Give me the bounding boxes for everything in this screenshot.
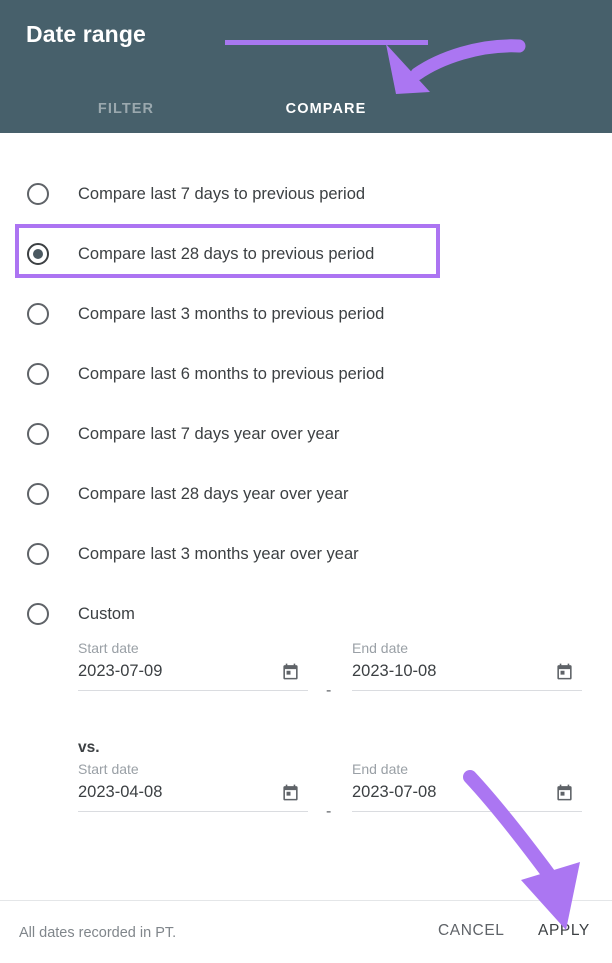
option-label: Compare last 28 days year over year xyxy=(78,484,349,503)
calendar-icon[interactable] xyxy=(281,662,300,681)
field-label: Start date xyxy=(78,761,139,777)
start-date-comparison-input[interactable]: 2023-04-08 xyxy=(78,783,162,802)
radio-last-3-months-yoy[interactable] xyxy=(27,543,49,565)
field-underline xyxy=(352,690,582,691)
option-row-custom[interactable]: Custom xyxy=(0,584,612,644)
end-date-comparison-input[interactable]: 2023-07-08 xyxy=(352,783,436,802)
option-label: Compare last 7 days year over year xyxy=(78,424,340,443)
start-date-primary-input[interactable]: 2023-07-09 xyxy=(78,662,162,681)
page-title: Date range xyxy=(26,21,146,47)
footer-divider xyxy=(0,900,612,901)
cancel-button[interactable]: CANCEL xyxy=(438,922,504,940)
radio-last-6-months-previous[interactable] xyxy=(27,363,49,385)
tab-bar: FILTER COMPARE xyxy=(0,86,612,133)
field-label: End date xyxy=(352,761,409,777)
option-row-last-3-months-previous[interactable]: Compare last 3 months to previous period xyxy=(0,284,612,344)
option-row-last-6-months-previous[interactable]: Compare last 6 months to previous period xyxy=(0,344,612,404)
option-label: Compare last 6 months to previous period xyxy=(78,364,385,383)
radio-last-3-months-previous[interactable] xyxy=(27,303,49,325)
option-row-last-7-days-yoy[interactable]: Compare last 7 days year over year xyxy=(0,404,612,464)
end-date-primary-input[interactable]: 2023-10-08 xyxy=(352,662,436,681)
field-underline xyxy=(352,811,582,812)
radio-last-28-days-yoy[interactable] xyxy=(27,483,49,505)
option-label: Custom xyxy=(78,604,135,623)
option-row-last-28-days-previous[interactable]: Compare last 28 days to previous period xyxy=(0,224,612,284)
field-label: End date xyxy=(352,640,409,656)
radio-last-7-days-previous[interactable] xyxy=(27,183,49,205)
dialog-header: Date range FILTER COMPARE xyxy=(0,0,612,133)
option-row-last-3-months-yoy[interactable]: Compare last 3 months year over year xyxy=(0,524,612,584)
active-tab-indicator xyxy=(225,40,428,45)
calendar-icon[interactable] xyxy=(555,662,574,681)
radio-last-28-days-previous[interactable] xyxy=(27,243,49,265)
date-range-separator: - xyxy=(326,682,332,699)
option-row-last-7-days-previous[interactable]: Compare last 7 days to previous period xyxy=(0,164,612,224)
vs-label: vs. xyxy=(78,739,100,756)
option-label: Compare last 3 months year over year xyxy=(78,544,359,563)
field-label: Start date xyxy=(78,640,139,656)
field-underline xyxy=(78,811,308,812)
timezone-note: All dates recorded in PT. xyxy=(19,925,177,941)
tab-filter[interactable]: FILTER xyxy=(24,86,228,131)
option-row-last-28-days-yoy[interactable]: Compare last 28 days year over year xyxy=(0,464,612,524)
option-label: Compare last 7 days to previous period xyxy=(78,184,366,203)
apply-button[interactable]: APPLY xyxy=(538,922,590,940)
date-range-separator: - xyxy=(326,803,332,820)
calendar-icon[interactable] xyxy=(281,783,300,802)
tab-compare[interactable]: COMPARE xyxy=(224,86,428,131)
radio-last-7-days-yoy[interactable] xyxy=(27,423,49,445)
calendar-icon[interactable] xyxy=(555,783,574,802)
option-label: Compare last 3 months to previous period xyxy=(78,304,385,323)
option-label: Compare last 28 days to previous period xyxy=(78,244,375,263)
field-underline xyxy=(78,690,308,691)
radio-custom[interactable] xyxy=(27,603,49,625)
